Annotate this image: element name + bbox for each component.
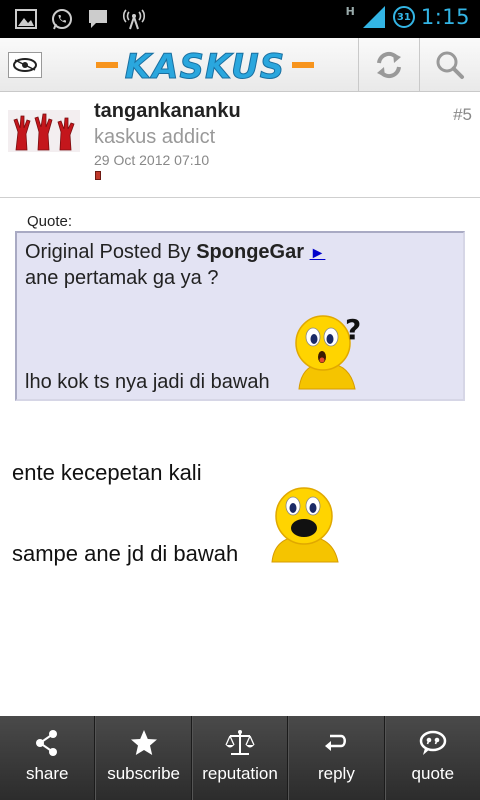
reply-label: reply — [317, 764, 355, 783]
quote-text-line1: ane pertamak ga ya ? — [25, 267, 219, 289]
quote-label: Quote: — [27, 213, 73, 230]
quote-bubble-icon — [419, 730, 447, 755]
svg-text:?: ? — [345, 313, 361, 346]
image-icon — [15, 9, 37, 29]
network-type: H — [345, 4, 355, 18]
post-number: #5 — [453, 105, 472, 124]
refresh-icon — [377, 51, 401, 79]
kaskus-app-icon[interactable] — [8, 52, 42, 78]
post-body-line1: ente kecepetan kali — [12, 460, 202, 485]
app-bar: KASKUS — [0, 38, 480, 92]
scales-icon — [225, 730, 255, 755]
bottom-toolbar: share subscribe reputation reply quote — [0, 716, 480, 800]
quote-block: Original Posted By SpongeGar ► ane perta… — [15, 231, 465, 401]
search-icon — [436, 51, 464, 79]
refresh-button[interactable] — [358, 38, 419, 92]
confused-emoticon: ? — [295, 313, 361, 390]
share-button[interactable]: share — [0, 716, 96, 800]
star-icon — [130, 730, 157, 755]
battery-indicator: 31 — [392, 6, 415, 28]
share-icon — [36, 730, 58, 756]
quote-button[interactable]: quote — [384, 716, 480, 800]
kaskus-eye-icon — [13, 58, 37, 72]
reputation-button[interactable]: reputation — [191, 716, 289, 800]
share-label: share — [25, 764, 69, 783]
quote-label: quote — [411, 764, 455, 783]
post-header: tangankananku kaskus addict 29 Oct 2012 … — [0, 92, 480, 198]
subscribe-label: subscribe — [107, 764, 180, 783]
logo-text: KASKUS — [125, 47, 285, 86]
subscribe-button[interactable]: subscribe — [95, 716, 192, 800]
post-date: 29 Oct 2012 07:10 — [94, 152, 210, 168]
quote-attribution: Original Posted By SpongeGar ► — [25, 241, 325, 264]
search-button[interactable] — [419, 38, 480, 92]
clock: 1:15 — [420, 5, 470, 29]
signal-tower-icon — [122, 9, 146, 30]
quote-prefix: Original Posted By — [25, 241, 197, 263]
reputation-label: reputation — [202, 764, 278, 783]
reputation-indicator — [95, 171, 101, 180]
username[interactable]: tangankananku — [94, 100, 241, 123]
kaskus-logo: KASKUS — [96, 47, 314, 86]
quote-text-line2: lho kok ts nya jadi di bawah — [25, 371, 270, 393]
chat-icon — [89, 10, 107, 28]
user-avatar[interactable] — [8, 110, 80, 152]
status-bar: H 31 1:15 — [0, 0, 480, 38]
post-body-line2: sampe ane jd di bawah — [12, 541, 239, 566]
signal-strength-icon — [362, 6, 385, 28]
reply-icon — [325, 734, 347, 751]
view-post-link[interactable]: ► — [310, 245, 326, 262]
user-title: kaskus addict — [94, 126, 216, 148]
reply-button[interactable]: reply — [288, 716, 385, 800]
shocked-emoticon — [271, 487, 339, 563]
quote-author[interactable]: SpongeGar — [196, 241, 304, 263]
whatsapp-icon — [52, 9, 72, 30]
